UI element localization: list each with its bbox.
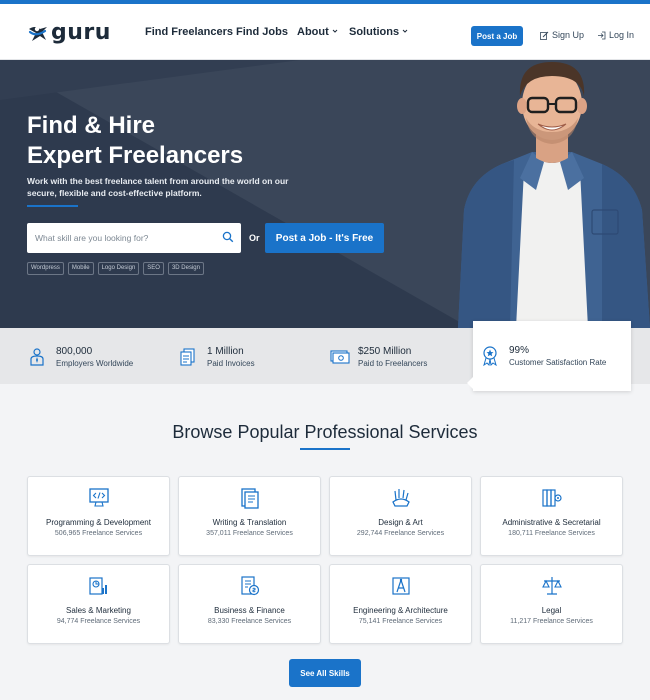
logo-wordmark: guru bbox=[51, 20, 111, 45]
chart-report-icon bbox=[89, 577, 107, 595]
hero-section: Find & Hire Expert Freelancers Work with… bbox=[0, 60, 650, 328]
category-name: Legal bbox=[541, 606, 562, 615]
category-name: Engineering & Architecture bbox=[353, 606, 448, 615]
category-count: 292,744 Freelance Services bbox=[356, 530, 445, 537]
category-card-legal[interactable]: Legal 11,217 Freelance Services bbox=[480, 564, 623, 644]
category-name: Design & Art bbox=[378, 518, 423, 527]
invoice-icon bbox=[180, 348, 195, 366]
stat-label: Customer Satisfaction Rate bbox=[509, 358, 607, 367]
nav-label: Find Freelancers bbox=[145, 26, 234, 38]
main-nav: Find Freelancers Find Jobs About Solutio… bbox=[145, 26, 409, 38]
log-in-label: Log In bbox=[609, 30, 635, 40]
category-count: 83,330 Freelance Services bbox=[207, 618, 292, 625]
category-count: 94,774 Freelance Services bbox=[56, 618, 141, 625]
see-all-skills-button[interactable]: See All Skills bbox=[289, 659, 361, 687]
tag-mobile[interactable]: Mobile bbox=[67, 262, 94, 275]
hero-title-line1: Find & Hire bbox=[27, 112, 156, 139]
code-monitor-icon bbox=[89, 488, 109, 507]
hero-divider bbox=[27, 205, 78, 207]
nav-label: About bbox=[297, 26, 329, 38]
palette-icon bbox=[392, 489, 410, 507]
stat-label: Paid to Freelancers bbox=[358, 359, 428, 368]
nav-about[interactable]: About bbox=[297, 26, 349, 38]
post-job-free-button[interactable]: Post a Job - It's Free bbox=[265, 223, 384, 253]
nav-solutions[interactable]: Solutions bbox=[349, 26, 409, 38]
browse-section-title: Browse Popular Professional Services bbox=[172, 422, 478, 442]
category-name: Sales & Marketing bbox=[66, 606, 131, 615]
guru-logo[interactable]: guru bbox=[27, 21, 111, 45]
popular-tags: Wordpress Mobile Logo Design SEO 3D Desi… bbox=[27, 262, 204, 275]
category-count: 357,011 Freelance Services bbox=[206, 530, 293, 537]
finance-document-icon bbox=[241, 576, 260, 596]
nav-label: Solutions bbox=[349, 26, 400, 38]
category-card-design[interactable]: Design & Art 292,744 Freelance Services bbox=[329, 476, 472, 556]
hero-subtitle: Work with the best freelance talent from… bbox=[27, 176, 289, 198]
stat-value: 800,000 bbox=[56, 346, 93, 357]
chevron-down-icon bbox=[402, 29, 408, 33]
chevron-down-icon bbox=[332, 29, 338, 33]
sign-up-label: Sign Up bbox=[552, 30, 585, 40]
category-name: Administrative & Secretarial bbox=[502, 518, 601, 527]
stat-label: Employers Worldwide bbox=[56, 359, 134, 368]
search-icon[interactable] bbox=[222, 231, 234, 243]
nav-label: Find Jobs bbox=[236, 26, 288, 38]
category-count: 506,965 Freelance Services bbox=[54, 530, 143, 537]
edit-icon bbox=[540, 31, 549, 40]
stat-value: 99% bbox=[509, 345, 530, 356]
nav-find-freelancers[interactable]: Find Freelancers bbox=[145, 26, 236, 38]
category-count: 180,711 Freelance Services bbox=[508, 530, 595, 537]
guru-logo-mark-icon bbox=[28, 26, 47, 41]
post-a-job-button[interactable]: Post a Job bbox=[471, 26, 523, 46]
skill-search-box bbox=[27, 223, 241, 253]
category-card-engineering[interactable]: Engineering & Architecture 75,141 Freela… bbox=[329, 564, 472, 644]
hero-freelancer-photo bbox=[458, 62, 650, 328]
or-separator: Or bbox=[249, 233, 260, 243]
category-card-sales[interactable]: Sales & Marketing 94,774 Freelance Servi… bbox=[27, 564, 170, 644]
money-icon bbox=[330, 350, 350, 364]
hero-title-line2: Expert Freelancers bbox=[27, 142, 244, 169]
document-icon bbox=[241, 488, 259, 509]
stat-value: $250 Million bbox=[358, 346, 412, 357]
award-badge-icon bbox=[483, 346, 497, 366]
category-count: 75,141 Freelance Services bbox=[358, 618, 443, 625]
category-name: Writing & Translation bbox=[212, 518, 287, 527]
category-card-programming[interactable]: Programming & Development 506,965 Freela… bbox=[27, 476, 170, 556]
category-card-business[interactable]: Business & Finance 83,330 Freelance Serv… bbox=[178, 564, 321, 644]
login-arrow-icon bbox=[598, 31, 606, 39]
browse-divider bbox=[300, 448, 350, 450]
sign-up-link[interactable]: Sign Up bbox=[540, 30, 584, 40]
tag-3d-design[interactable]: 3D Design bbox=[167, 262, 204, 275]
employer-icon bbox=[30, 348, 44, 366]
stat-satisfaction-card: 99% Customer Satisfaction Rate bbox=[467, 321, 631, 391]
hero-title: Find & Hire Expert Freelancers bbox=[27, 111, 243, 171]
tag-seo[interactable]: SEO bbox=[143, 262, 164, 275]
category-count: 11,217 Freelance Services bbox=[510, 618, 593, 625]
binders-gear-icon bbox=[542, 489, 562, 507]
card-notch bbox=[467, 377, 473, 389]
tag-logo-design[interactable]: Logo Design bbox=[97, 262, 140, 275]
scales-icon bbox=[542, 577, 562, 595]
nav-find-jobs[interactable]: Find Jobs bbox=[236, 26, 297, 38]
log-in-link[interactable]: Log In bbox=[597, 30, 634, 40]
category-name: Programming & Development bbox=[46, 518, 151, 527]
skill-search-input[interactable] bbox=[27, 223, 217, 253]
category-card-administrative[interactable]: Administrative & Secretarial 180,711 Fre… bbox=[480, 476, 623, 556]
compass-blueprint-icon bbox=[392, 577, 410, 595]
stat-label: Paid Invoices bbox=[207, 359, 255, 368]
stat-value: 1 Million bbox=[207, 346, 244, 357]
category-name: Business & Finance bbox=[214, 606, 285, 615]
category-card-writing[interactable]: Writing & Translation 357,011 Freelance … bbox=[178, 476, 321, 556]
tag-wordpress[interactable]: Wordpress bbox=[27, 262, 64, 275]
site-header: guru Find Freelancers Find Jobs About So… bbox=[0, 4, 650, 60]
